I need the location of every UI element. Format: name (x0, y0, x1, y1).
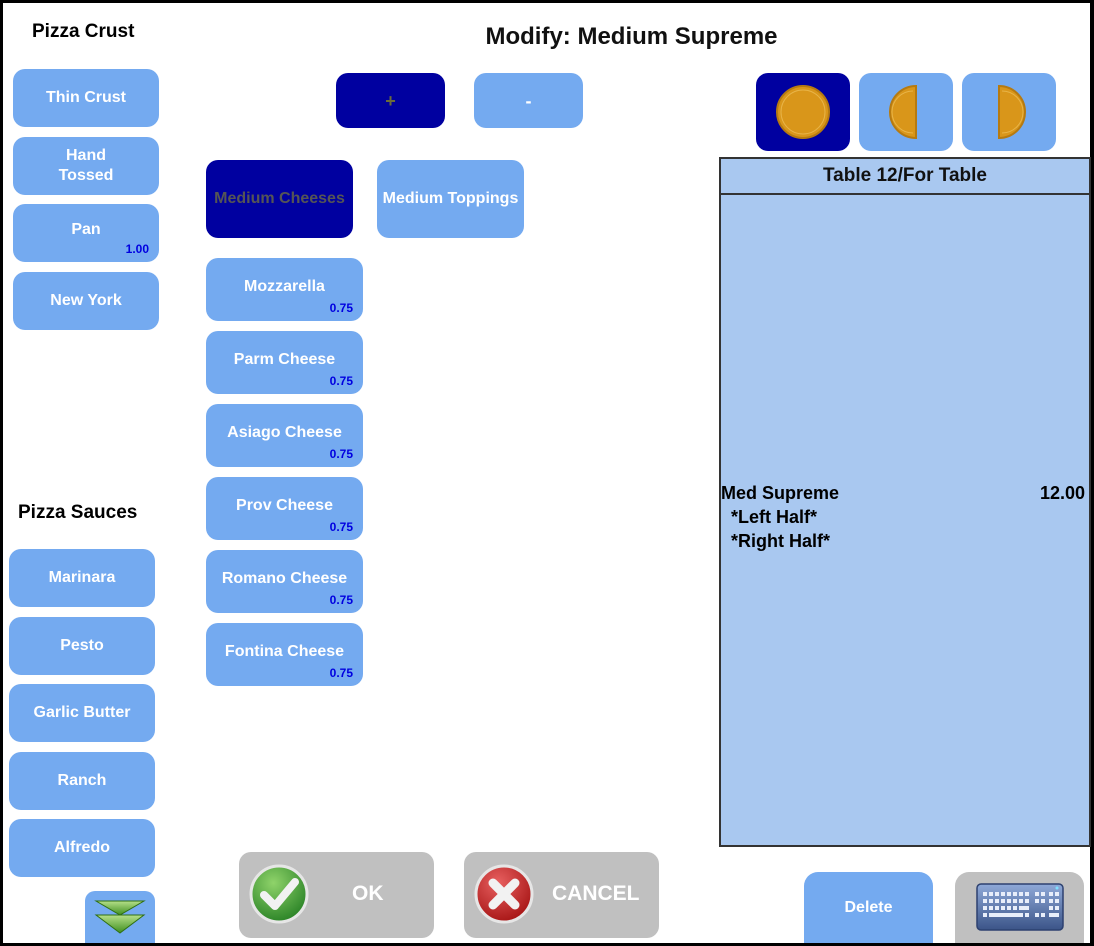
crust-label: Hand Tossed (58, 147, 114, 184)
page-title: Modify: Medium Supreme (485, 23, 778, 50)
cheese-label: Fontina Cheese (224, 642, 345, 660)
cheese-parm-button[interactable]: Parm Cheese 0.75 (206, 331, 363, 394)
cheese-fontina-button[interactable]: Fontina Cheese 0.75 (206, 623, 363, 686)
check-modifier-row[interactable]: *Left Half* (731, 507, 1085, 528)
tab-label: Medium Cheeses (214, 190, 345, 207)
delete-label: Delete (844, 898, 893, 916)
cheese-prov-button[interactable]: Prov Cheese 0.75 (206, 477, 363, 540)
cheese-price: 0.75 (329, 520, 353, 534)
portion-left-half-button[interactable] (859, 73, 953, 151)
quantity-minus-button[interactable]: - (474, 73, 583, 128)
cheese-label: Parm Cheese (233, 350, 336, 368)
crust-hand-tossed-button[interactable]: Hand Tossed (13, 137, 159, 195)
check-modifier-row[interactable]: *Right Half* (731, 531, 1085, 552)
whole-pizza-icon (776, 85, 830, 139)
modify-screen: Modify: Medium Supreme Pizza Crust Thin … (3, 3, 1091, 943)
keyboard-icon (976, 883, 1064, 931)
cheese-price: 0.75 (329, 447, 353, 461)
sauces-scroll-down-button[interactable] (85, 891, 155, 943)
ok-label: OK (352, 882, 384, 905)
cheese-mozzarella-button[interactable]: Mozzarella 0.75 (206, 258, 363, 321)
check-header-label: Table 12/For Table (822, 165, 987, 186)
tab-medium-cheeses[interactable]: Medium Cheeses (206, 160, 353, 238)
sauce-alfredo-button[interactable]: Alfredo (9, 819, 155, 877)
cheese-label: Mozzarella (244, 277, 325, 295)
minus-label: - (525, 90, 532, 111)
cheese-label: Asiago Cheese (227, 423, 342, 441)
cheese-asiago-button[interactable]: Asiago Cheese 0.75 (206, 404, 363, 467)
quantity-plus-button[interactable]: + (336, 73, 445, 128)
crust-label: Thin Crust (46, 89, 126, 106)
sauce-label: Alfredo (54, 839, 110, 856)
check-item-price: 12.00 (1039, 483, 1085, 503)
cheese-label: Romano Cheese (221, 569, 348, 587)
order-check-panel: Table 12/For Table Med Supreme 12.00 *Le… (719, 157, 1091, 847)
cheese-price: 0.75 (329, 301, 353, 315)
double-chevron-down-icon (94, 900, 146, 934)
cheese-label: Prov Cheese (236, 496, 333, 514)
crust-section-title: Pizza Crust (32, 21, 135, 42)
crust-thin-crust-button[interactable]: Thin Crust (13, 69, 159, 127)
crust-price: 1.00 (125, 242, 149, 256)
cheese-romano-button[interactable]: Romano Cheese 0.75 (206, 550, 363, 613)
crust-new-york-button[interactable]: New York (13, 272, 159, 330)
plus-label: + (385, 90, 396, 111)
portion-right-half-button[interactable] (962, 73, 1056, 151)
right-half-pizza-icon (998, 84, 1026, 140)
crust-label: Pan (71, 221, 101, 238)
check-modifier-label: *Right Half* (731, 531, 830, 551)
check-header: Table 12/For Table (721, 159, 1089, 195)
x-cancel-icon (474, 864, 534, 924)
check-item-name: Med Supreme (721, 483, 840, 503)
delete-button[interactable]: Delete (804, 872, 933, 943)
sauces-section-title: Pizza Sauces (18, 502, 138, 523)
cancel-button[interactable]: CANCEL (464, 852, 659, 938)
cheese-price: 0.75 (329, 666, 353, 680)
cheese-price: 0.75 (329, 593, 353, 607)
ok-button[interactable]: OK (239, 852, 434, 938)
left-half-pizza-icon (889, 84, 917, 140)
tab-medium-toppings[interactable]: Medium Toppings (377, 160, 524, 238)
cancel-label: CANCEL (552, 882, 640, 905)
sauce-label: Marinara (48, 569, 116, 586)
sauce-ranch-button[interactable]: Ranch (9, 752, 155, 810)
checkmark-icon (249, 864, 309, 924)
portion-whole-button[interactable] (756, 73, 850, 151)
crust-label: New York (50, 292, 122, 309)
sauce-label: Pesto (60, 637, 104, 654)
cheese-price: 0.75 (329, 374, 353, 388)
tab-label: Medium Toppings (382, 190, 519, 207)
crust-pan-button[interactable]: Pan 1.00 (13, 204, 159, 262)
sauce-garlic-butter-button[interactable]: Garlic Butter (9, 684, 155, 742)
keyboard-button[interactable] (955, 872, 1084, 943)
sauce-pesto-button[interactable]: Pesto (9, 617, 155, 675)
check-item-row[interactable]: Med Supreme 12.00 (721, 483, 1085, 504)
sauce-marinara-button[interactable]: Marinara (9, 549, 155, 607)
sauce-label: Garlic Butter (33, 704, 131, 721)
sauce-label: Ranch (57, 772, 107, 789)
check-modifier-label: *Left Half* (731, 507, 818, 527)
